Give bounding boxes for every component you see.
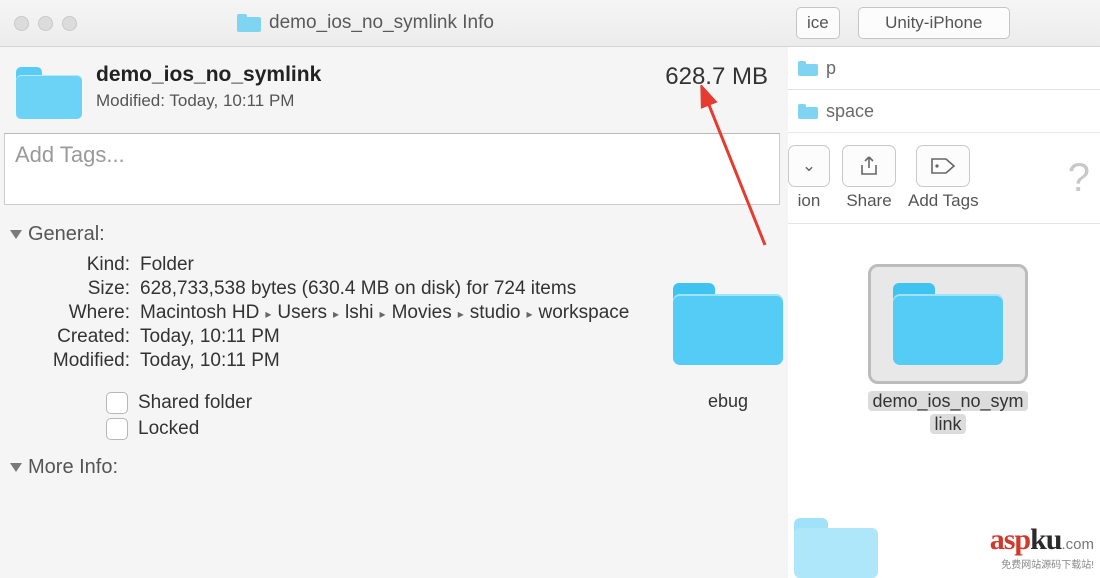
chevron-down-icon [10,463,22,472]
close-window-icon[interactable] [14,16,29,31]
modified-label: Modified: [10,350,130,372]
section-title: More Info: [28,456,118,479]
folder-icon [788,518,888,578]
created-label: Created: [10,326,130,348]
size-label: Size: [10,278,130,300]
share-button[interactable]: Share [842,145,896,211]
window-title: demo_ios_no_symlink Info [269,12,494,34]
tags-input[interactable]: Add Tags... [4,133,780,205]
chevron-down-icon [10,230,22,239]
folder-item-selected[interactable]: demo_ios_no_sym link [858,264,1038,435]
window-controls [14,16,77,31]
path-row: p [788,47,1100,90]
folder-icon [673,283,783,365]
finder-toolbar: ⌄ ion Share Add Tags ? [788,133,1100,224]
item-name: demo_ios_no_symlink [96,63,321,87]
folder-icon [798,104,818,119]
toolbar-label: ion [798,191,821,211]
help-icon[interactable]: ? [1068,156,1090,201]
file-grid: ebug demo_ios_no_sym link [788,224,1100,564]
folder-item[interactable]: ebug [638,264,818,413]
kind-value: Folder [140,254,194,276]
item-label: link [930,414,965,434]
item-label: demo_ios_no_sym [868,391,1027,411]
summary-row: demo_ios_no_symlink Modified: Today, 10:… [0,47,788,129]
watermark: aspku.com 免费网站源码下载站! [990,523,1094,573]
item-label: ebug [708,391,748,411]
modified-value: Today, 10:11 PM [140,350,280,372]
more-info-section: More Info: [0,450,788,493]
item-size: 628.7 MB [665,63,768,91]
general-disclosure[interactable]: General: [10,223,778,246]
created-value: Today, 10:11 PM [140,326,280,348]
more-info-disclosure[interactable]: More Info: [10,456,778,479]
section-title: General: [28,223,105,246]
kind-label: Kind: [10,254,130,276]
path-segment[interactable]: p [826,58,836,79]
size-value: 628,733,538 bytes (630.4 MB on disk) for… [140,278,576,300]
path-row: space [788,90,1100,133]
titlebar: demo_ios_no_symlink Info [0,0,788,47]
locked-row[interactable]: Locked [106,418,778,440]
finder-tab[interactable]: ice [796,7,840,39]
locked-label: Locked [138,418,199,440]
finder-window: ice Unity-iPhone p space ⌄ ion Share Add… [788,0,1100,578]
tag-icon [930,157,956,175]
finder-tab[interactable]: Unity-iPhone [858,7,1010,39]
finder-tabs: ice Unity-iPhone [788,0,1100,47]
tags-placeholder: Add Tags... [15,142,125,167]
toolbar-label: Share [846,191,891,211]
checkbox-icon[interactable] [106,392,128,414]
folder-icon [893,283,1003,365]
where-label: Where: [10,302,130,324]
minimize-window-icon[interactable] [38,16,53,31]
share-icon [859,155,879,177]
action-menu[interactable]: ⌄ ion [788,145,830,211]
where-value: Macintosh HD▸Users▸lshi▸Movies▸studio▸wo… [140,302,629,324]
modified-line: Modified: Today, 10:11 PM [96,91,321,111]
add-tags-button[interactable]: Add Tags [908,145,979,211]
chevron-down-icon: ⌄ [802,156,816,176]
zoom-window-icon[interactable] [62,16,77,31]
checkbox-icon[interactable] [106,418,128,440]
path-segment[interactable]: space [826,101,874,122]
folder-icon [16,67,82,119]
folder-icon [798,61,818,76]
shared-label: Shared folder [138,392,252,414]
folder-icon [237,14,261,32]
toolbar-label: Add Tags [908,191,979,211]
